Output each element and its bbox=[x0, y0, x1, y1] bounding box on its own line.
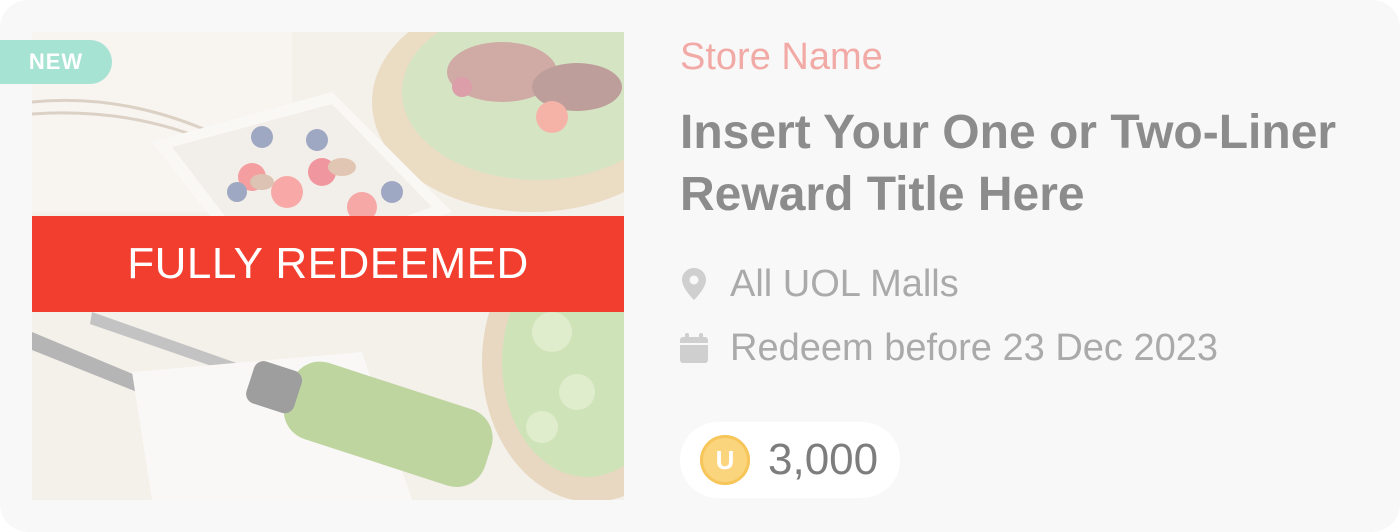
reward-title: Insert Your One or Two-Liner Reward Titl… bbox=[680, 106, 1337, 221]
reward-card[interactable]: FULLY REDEEMED NEW Store Name Insert You… bbox=[0, 0, 1400, 532]
coin-icon: U bbox=[700, 435, 750, 485]
location-text: All UOL Malls bbox=[730, 262, 959, 305]
map-pin-icon bbox=[680, 264, 708, 304]
expiry-row: Redeem before 23 Dec 2023 bbox=[680, 326, 1218, 370]
location-row: All UOL Malls bbox=[680, 262, 959, 306]
store-name: Store Name bbox=[680, 36, 883, 78]
calendar-icon bbox=[680, 328, 708, 368]
fully-redeemed-banner: FULLY REDEEMED bbox=[32, 216, 624, 312]
expiry-text: Redeem before 23 Dec 2023 bbox=[730, 326, 1218, 369]
points-value: 3,000 bbox=[768, 435, 879, 484]
points-pill: U 3,000 bbox=[680, 422, 901, 498]
new-badge: NEW bbox=[0, 40, 112, 84]
